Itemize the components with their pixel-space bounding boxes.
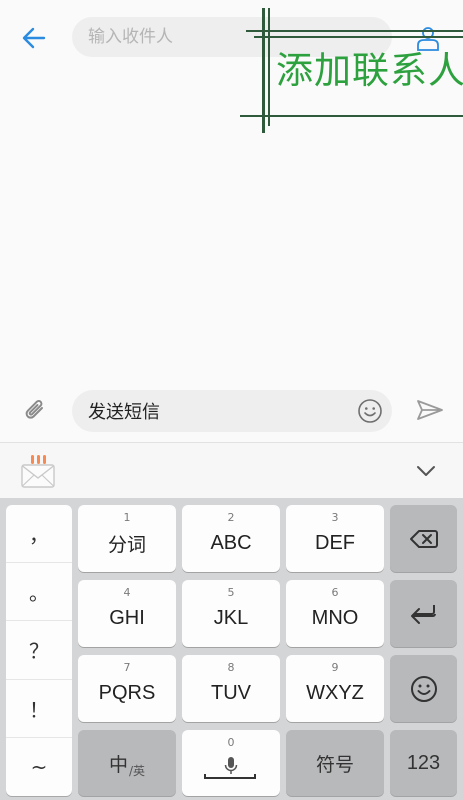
- enter-icon: [410, 604, 436, 624]
- key-3[interactable]: 3 DEF: [286, 505, 384, 572]
- key-label: 分词: [107, 534, 146, 556]
- space-bar-glyph: [204, 774, 256, 779]
- key-8[interactable]: 8 TUV: [182, 655, 280, 722]
- lang-sub-label: /英: [128, 763, 146, 778]
- backspace-icon: [409, 529, 438, 548]
- key-2[interactable]: 2 ABC: [182, 505, 280, 572]
- key-number: 9: [331, 661, 339, 674]
- punctuation-column: ， 。 ？ ！ ~: [6, 505, 72, 796]
- language-switch-key[interactable]: 中 /英: [78, 730, 176, 796]
- numbers-key[interactable]: 123: [390, 730, 457, 796]
- key-7[interactable]: 7 PQRS: [78, 655, 176, 722]
- add-contact-label: 添加联系人: [276, 49, 463, 92]
- numbers-label: 123: [406, 751, 441, 774]
- key-label: WXYZ: [306, 682, 364, 704]
- keyboard-collapse-button[interactable]: [408, 457, 444, 485]
- message-box: [72, 390, 392, 432]
- key-number: 6: [331, 586, 339, 599]
- key-number: 7: [123, 661, 131, 674]
- attach-button[interactable]: [18, 392, 54, 428]
- key-number: 8: [227, 661, 235, 674]
- key-number: 2: [227, 511, 235, 524]
- key-label: JKL: [213, 607, 249, 629]
- ime-toolbar: [0, 442, 463, 498]
- punct-exclamation[interactable]: ！: [6, 680, 72, 738]
- keyboard: ， 。 ？ ！ ~ 1 分词 2 ABC 3 DEF 4 GHI 5 JKL 6…: [0, 498, 463, 800]
- symbols-label: 符号: [315, 753, 354, 776]
- space-key[interactable]: 0: [182, 730, 280, 796]
- punct-comma[interactable]: ，: [6, 505, 72, 564]
- chevron-down-icon: [417, 466, 435, 476]
- key-5[interactable]: 5 JKL: [182, 580, 280, 647]
- arrow-left-icon: [22, 27, 46, 49]
- key-number: 4: [123, 586, 131, 599]
- smiley-icon: [410, 675, 437, 702]
- key-label: MNO: [311, 607, 359, 629]
- key-1[interactable]: 1 分词: [78, 505, 176, 572]
- paper-plane-icon: [417, 400, 443, 420]
- symbols-key[interactable]: 符号: [286, 730, 384, 796]
- key-label: TUV: [211, 682, 251, 704]
- punct-period[interactable]: 。: [6, 563, 72, 622]
- key-number: 3: [331, 511, 339, 524]
- emoji-key[interactable]: [390, 655, 457, 722]
- message-input[interactable]: [88, 390, 348, 432]
- send-button[interactable]: [410, 392, 450, 428]
- key-label: DEF: [315, 532, 355, 554]
- lang-main-label: 中: [108, 753, 128, 776]
- backspace-key[interactable]: [390, 505, 457, 572]
- emoji-button[interactable]: [356, 397, 384, 425]
- key-label: PQRS: [98, 682, 156, 704]
- key-4[interactable]: 4 GHI: [78, 580, 176, 647]
- envelope-icon[interactable]: [20, 453, 56, 489]
- enter-key[interactable]: [390, 580, 457, 647]
- key-number: 0: [227, 736, 235, 749]
- paperclip-icon: [25, 400, 43, 419]
- key-label: GHI: [109, 607, 145, 629]
- key-number: 1: [123, 511, 131, 524]
- key-9[interactable]: 9 WXYZ: [286, 655, 384, 722]
- microphone-icon: [224, 757, 238, 774]
- key-number: 5: [227, 586, 235, 599]
- smiley-icon: [358, 399, 382, 423]
- key-label: ABC: [210, 532, 252, 554]
- key-6[interactable]: 6 MNO: [286, 580, 384, 647]
- add-contact-overlay[interactable]: 添加联系人: [240, 8, 463, 133]
- back-button[interactable]: [14, 18, 54, 58]
- punct-tilde[interactable]: ~: [6, 738, 72, 796]
- punct-question[interactable]: ？: [6, 621, 72, 680]
